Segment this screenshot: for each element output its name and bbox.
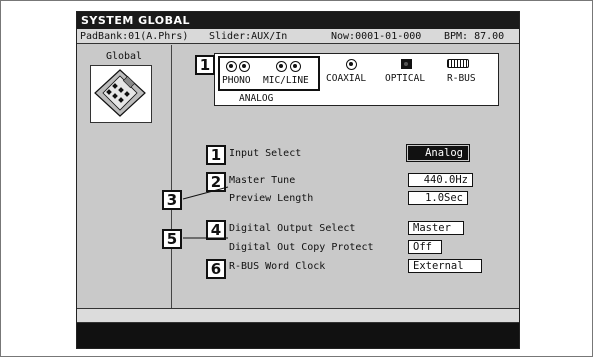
callout-5: 5 bbox=[162, 229, 182, 249]
callout-leader-lines bbox=[182, 186, 229, 239]
callout-3: 3 bbox=[162, 190, 182, 210]
